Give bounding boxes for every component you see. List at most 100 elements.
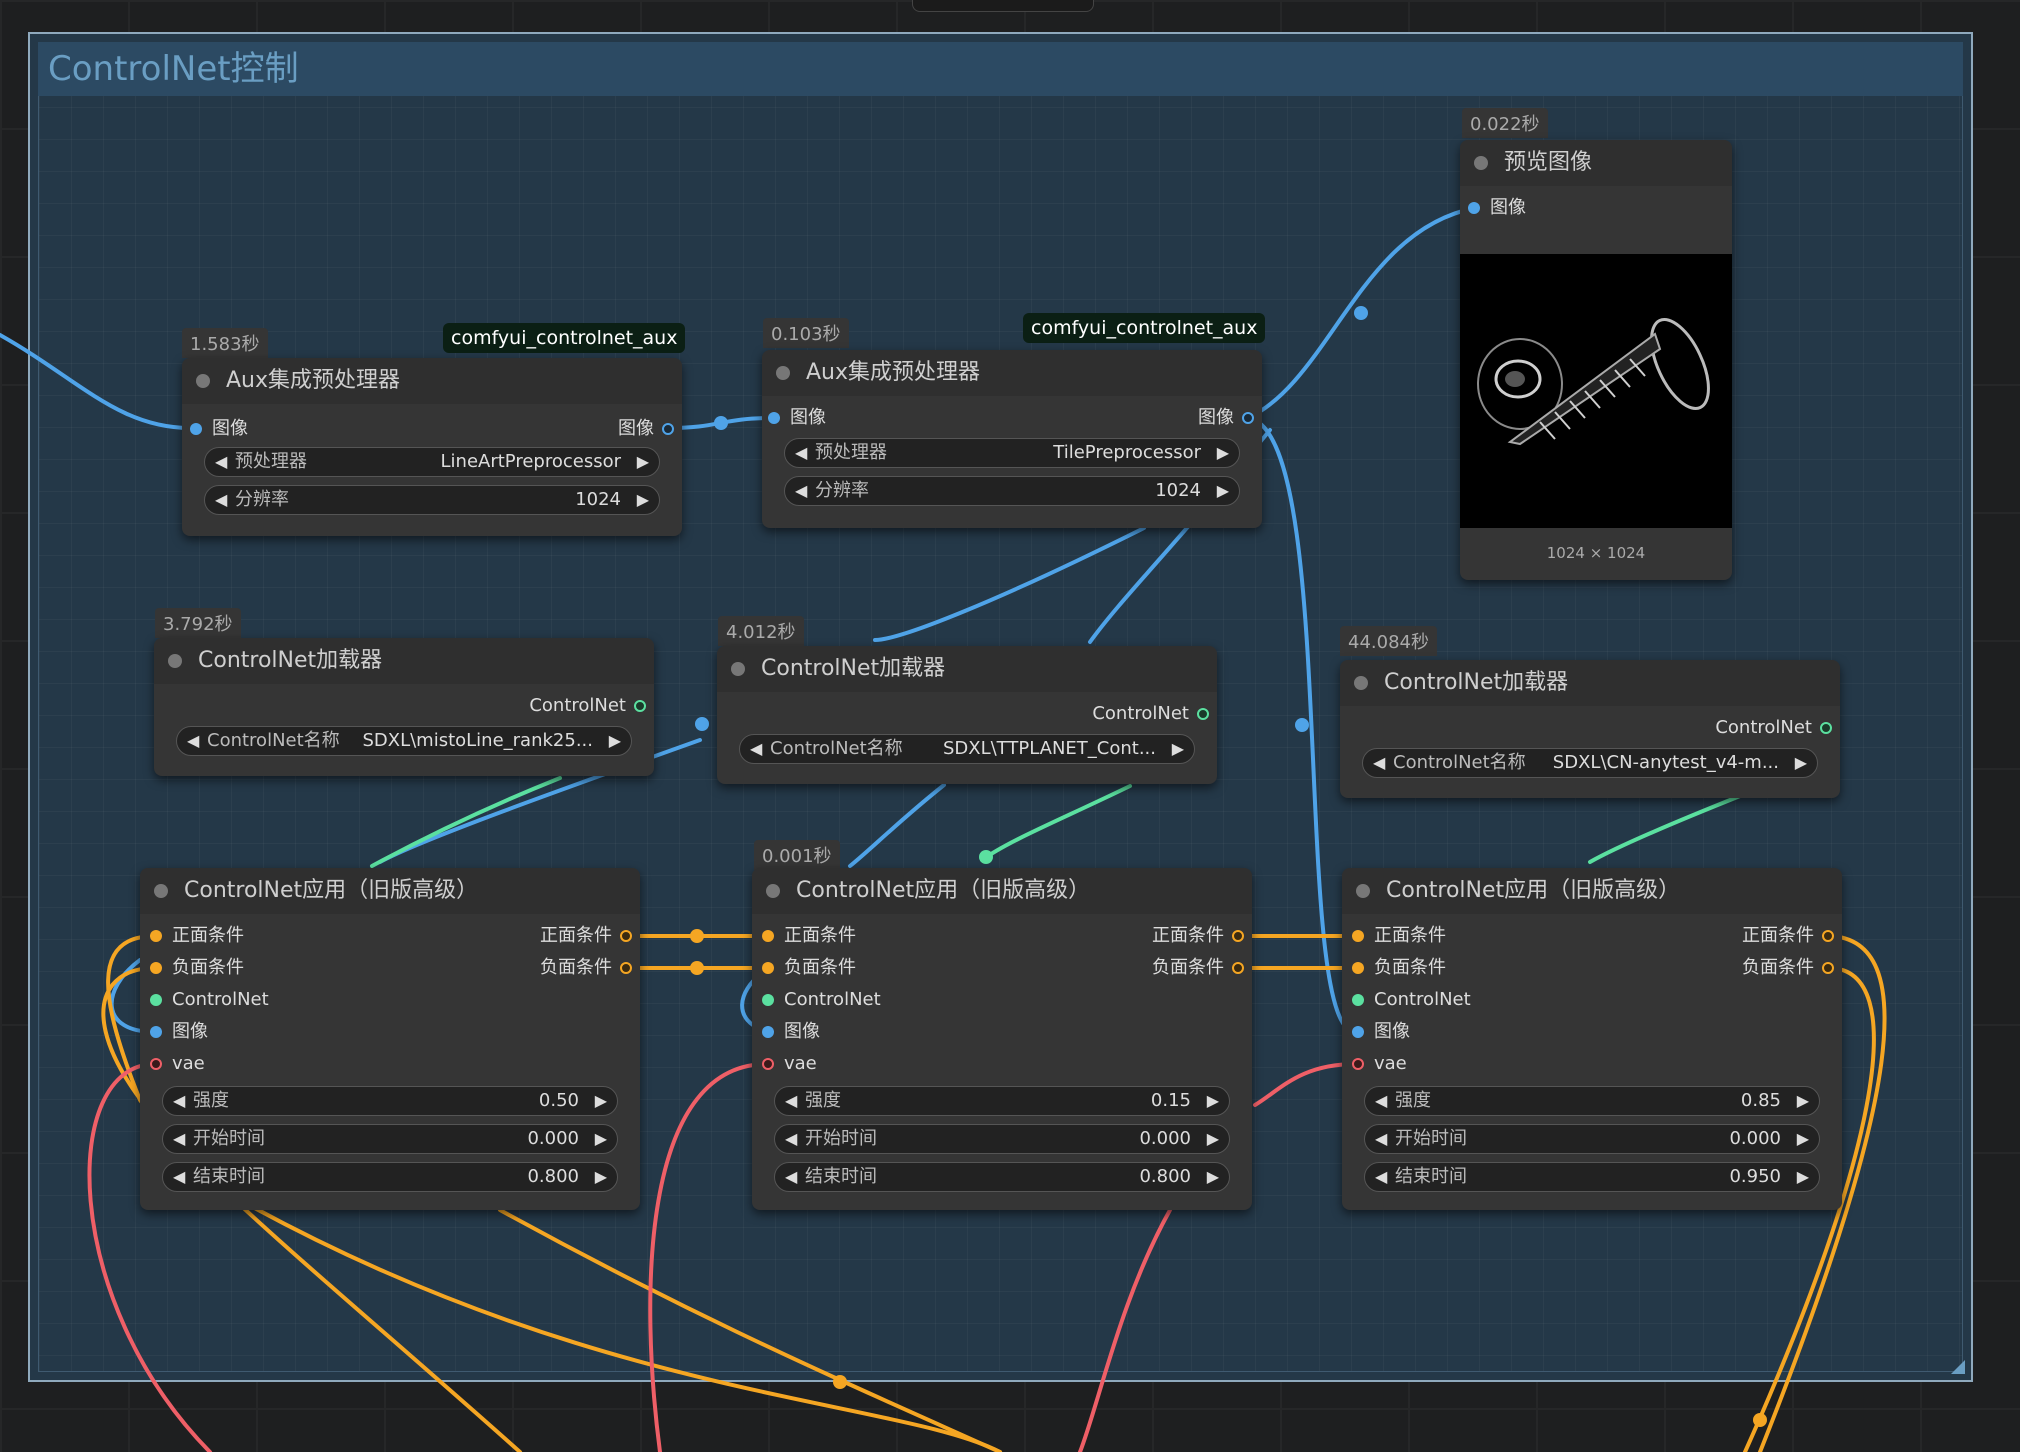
aux1-header[interactable]: Aux集成预处理器 bbox=[182, 358, 682, 404]
arrow-left-icon[interactable]: ◀ bbox=[187, 727, 199, 755]
apply2-negative-input-pin[interactable] bbox=[762, 962, 774, 974]
preview-image-input-pin[interactable] bbox=[1468, 202, 1480, 214]
arrow-right-icon[interactable]: ▶ bbox=[595, 1163, 607, 1191]
apply1-positive-output-pin[interactable] bbox=[620, 930, 632, 942]
apply3-positive-input-pin[interactable] bbox=[1352, 930, 1364, 942]
arrow-left-icon[interactable]: ◀ bbox=[215, 486, 227, 514]
arrow-left-icon[interactable]: ◀ bbox=[785, 1163, 797, 1191]
aux2-resolution-number[interactable]: ◀ 分辨率 1024 ▶ bbox=[784, 476, 1240, 506]
loader3-controlnet-output-pin[interactable] bbox=[1820, 722, 1832, 734]
apply3-end-number[interactable]: ◀ 结束时间 0.950 ▶ bbox=[1364, 1162, 1820, 1192]
apply3-controlnet-input-pin[interactable] bbox=[1352, 994, 1364, 1006]
arrow-right-icon[interactable]: ▶ bbox=[609, 727, 621, 755]
apply3-negative-input-pin[interactable] bbox=[1352, 962, 1364, 974]
apply2-image-input-pin[interactable] bbox=[762, 1026, 774, 1038]
arrow-right-icon[interactable]: ▶ bbox=[595, 1125, 607, 1153]
arrow-right-icon[interactable]: ▶ bbox=[1795, 749, 1807, 777]
arrow-right-icon[interactable]: ▶ bbox=[1207, 1163, 1219, 1191]
collapse-dot-icon[interactable] bbox=[766, 884, 780, 898]
apply1-strength-number[interactable]: ◀ 强度 0.50 ▶ bbox=[162, 1086, 618, 1116]
aux1-resolution-number[interactable]: ◀ 分辨率 1024 ▶ bbox=[204, 485, 660, 515]
aux1-image-input-pin[interactable] bbox=[190, 423, 202, 435]
node-controlnet-apply-1[interactable]: ControlNet应用（旧版高级） 正面条件 负面条件 ControlNet … bbox=[140, 868, 640, 1210]
arrow-right-icon[interactable]: ▶ bbox=[595, 1087, 607, 1115]
apply2-negative-output-pin[interactable] bbox=[1232, 962, 1244, 974]
apply2-header[interactable]: ControlNet应用（旧版高级） bbox=[752, 868, 1252, 914]
apply1-end-number[interactable]: ◀ 结束时间 0.800 ▶ bbox=[162, 1162, 618, 1192]
arrow-right-icon[interactable]: ▶ bbox=[1217, 477, 1229, 505]
apply2-start-number[interactable]: ◀ 开始时间 0.000 ▶ bbox=[774, 1124, 1230, 1154]
collapse-dot-icon[interactable] bbox=[1474, 156, 1488, 170]
arrow-left-icon[interactable]: ◀ bbox=[795, 477, 807, 505]
apply2-vae-input-pin[interactable] bbox=[762, 1058, 774, 1070]
arrow-left-icon[interactable]: ◀ bbox=[215, 448, 227, 476]
aux2-preprocessor-combo[interactable]: ◀ 预处理器 TilePreprocessor ▶ bbox=[784, 438, 1240, 468]
arrow-left-icon[interactable]: ◀ bbox=[750, 735, 762, 763]
node-aux-preprocessor-1[interactable]: Aux集成预处理器 图像 图像 ◀ 预处理器 LineArtPreprocess… bbox=[182, 358, 682, 536]
loader1-header[interactable]: ControlNet加载器 bbox=[154, 638, 654, 684]
apply1-controlnet-input-pin[interactable] bbox=[150, 994, 162, 1006]
apply2-controlnet-input-pin[interactable] bbox=[762, 994, 774, 1006]
preview-image-canvas[interactable] bbox=[1460, 254, 1732, 528]
apply1-vae-input-pin[interactable] bbox=[150, 1058, 162, 1070]
arrow-left-icon[interactable]: ◀ bbox=[173, 1087, 185, 1115]
loader2-controlnet-output-pin[interactable] bbox=[1197, 708, 1209, 720]
apply2-end-number[interactable]: ◀ 结束时间 0.800 ▶ bbox=[774, 1162, 1230, 1192]
loader3-model-combo[interactable]: ◀ ControlNet名称 SDXL\CN-anytest_v4-m... ▶ bbox=[1362, 748, 1818, 778]
node-controlnet-apply-2[interactable]: ControlNet应用（旧版高级） 正面条件 负面条件 ControlNet … bbox=[752, 868, 1252, 1210]
node-controlnet-loader-1[interactable]: ControlNet加载器 ControlNet ◀ ControlNet名称 … bbox=[154, 638, 654, 776]
collapse-dot-icon[interactable] bbox=[196, 374, 210, 388]
node-controlnet-loader-3[interactable]: ControlNet加载器 ControlNet ◀ ControlNet名称 … bbox=[1340, 660, 1840, 798]
arrow-left-icon[interactable]: ◀ bbox=[785, 1125, 797, 1153]
collapse-dot-icon[interactable] bbox=[1356, 884, 1370, 898]
arrow-left-icon[interactable]: ◀ bbox=[173, 1125, 185, 1153]
collapse-dot-icon[interactable] bbox=[154, 884, 168, 898]
node-preview-image[interactable]: 预览图像 图像 1024 × 1024 bbox=[1460, 140, 1732, 580]
apply1-header[interactable]: ControlNet应用（旧版高级） bbox=[140, 868, 640, 914]
apply3-vae-input-pin[interactable] bbox=[1352, 1058, 1364, 1070]
apply1-negative-input-pin[interactable] bbox=[150, 962, 162, 974]
collapse-dot-icon[interactable] bbox=[776, 366, 790, 380]
arrow-left-icon[interactable]: ◀ bbox=[785, 1087, 797, 1115]
apply3-positive-output-pin[interactable] bbox=[1822, 930, 1834, 942]
arrow-left-icon[interactable]: ◀ bbox=[1375, 1125, 1387, 1153]
node-controlnet-loader-2[interactable]: ControlNet加载器 ControlNet ◀ ControlNet名称 … bbox=[717, 646, 1217, 784]
apply3-negative-output-pin[interactable] bbox=[1822, 962, 1834, 974]
loader3-header[interactable]: ControlNet加载器 bbox=[1340, 660, 1840, 706]
loader2-header[interactable]: ControlNet加载器 bbox=[717, 646, 1217, 692]
arrow-left-icon[interactable]: ◀ bbox=[173, 1163, 185, 1191]
preview-header[interactable]: 预览图像 bbox=[1460, 140, 1732, 186]
collapse-dot-icon[interactable] bbox=[731, 662, 745, 676]
group-title[interactable]: ControlNet控制 bbox=[38, 42, 1963, 96]
arrow-left-icon[interactable]: ◀ bbox=[795, 439, 807, 467]
arrow-right-icon[interactable]: ▶ bbox=[1207, 1087, 1219, 1115]
aux1-preprocessor-combo[interactable]: ◀ 预处理器 LineArtPreprocessor ▶ bbox=[204, 447, 660, 477]
apply3-strength-number[interactable]: ◀ 强度 0.85 ▶ bbox=[1364, 1086, 1820, 1116]
arrow-right-icon[interactable]: ▶ bbox=[1207, 1125, 1219, 1153]
aux2-image-output-pin[interactable] bbox=[1242, 412, 1254, 424]
arrow-right-icon[interactable]: ▶ bbox=[1217, 439, 1229, 467]
arrow-right-icon[interactable]: ▶ bbox=[1797, 1163, 1809, 1191]
arrow-left-icon[interactable]: ◀ bbox=[1373, 749, 1385, 777]
node-controlnet-apply-3[interactable]: ControlNet应用（旧版高级） 正面条件 负面条件 ControlNet … bbox=[1342, 868, 1842, 1210]
apply1-positive-input-pin[interactable] bbox=[150, 930, 162, 942]
arrow-left-icon[interactable]: ◀ bbox=[1375, 1163, 1387, 1191]
apply1-negative-output-pin[interactable] bbox=[620, 962, 632, 974]
arrow-right-icon[interactable]: ▶ bbox=[1797, 1125, 1809, 1153]
aux2-image-input-pin[interactable] bbox=[768, 412, 780, 424]
collapse-dot-icon[interactable] bbox=[1354, 676, 1368, 690]
loader1-model-combo[interactable]: ◀ ControlNet名称 SDXL\mistoLine_rank25... … bbox=[176, 726, 632, 756]
aux1-image-output-pin[interactable] bbox=[662, 423, 674, 435]
arrow-right-icon[interactable]: ▶ bbox=[1172, 735, 1184, 763]
loader2-model-combo[interactable]: ◀ ControlNet名称 SDXL\TTPLANET_Cont... ▶ bbox=[739, 734, 1195, 764]
arrow-right-icon[interactable]: ▶ bbox=[637, 486, 649, 514]
aux2-header[interactable]: Aux集成预处理器 bbox=[762, 350, 1262, 396]
arrow-left-icon[interactable]: ◀ bbox=[1375, 1087, 1387, 1115]
apply3-start-number[interactable]: ◀ 开始时间 0.000 ▶ bbox=[1364, 1124, 1820, 1154]
arrow-right-icon[interactable]: ▶ bbox=[1797, 1087, 1809, 1115]
apply1-image-input-pin[interactable] bbox=[150, 1026, 162, 1038]
apply2-strength-number[interactable]: ◀ 强度 0.15 ▶ bbox=[774, 1086, 1230, 1116]
node-aux-preprocessor-2[interactable]: Aux集成预处理器 图像 图像 ◀ 预处理器 TilePreprocessor … bbox=[762, 350, 1262, 528]
apply1-start-number[interactable]: ◀ 开始时间 0.000 ▶ bbox=[162, 1124, 618, 1154]
group-resize-handle[interactable] bbox=[1951, 1360, 1965, 1374]
